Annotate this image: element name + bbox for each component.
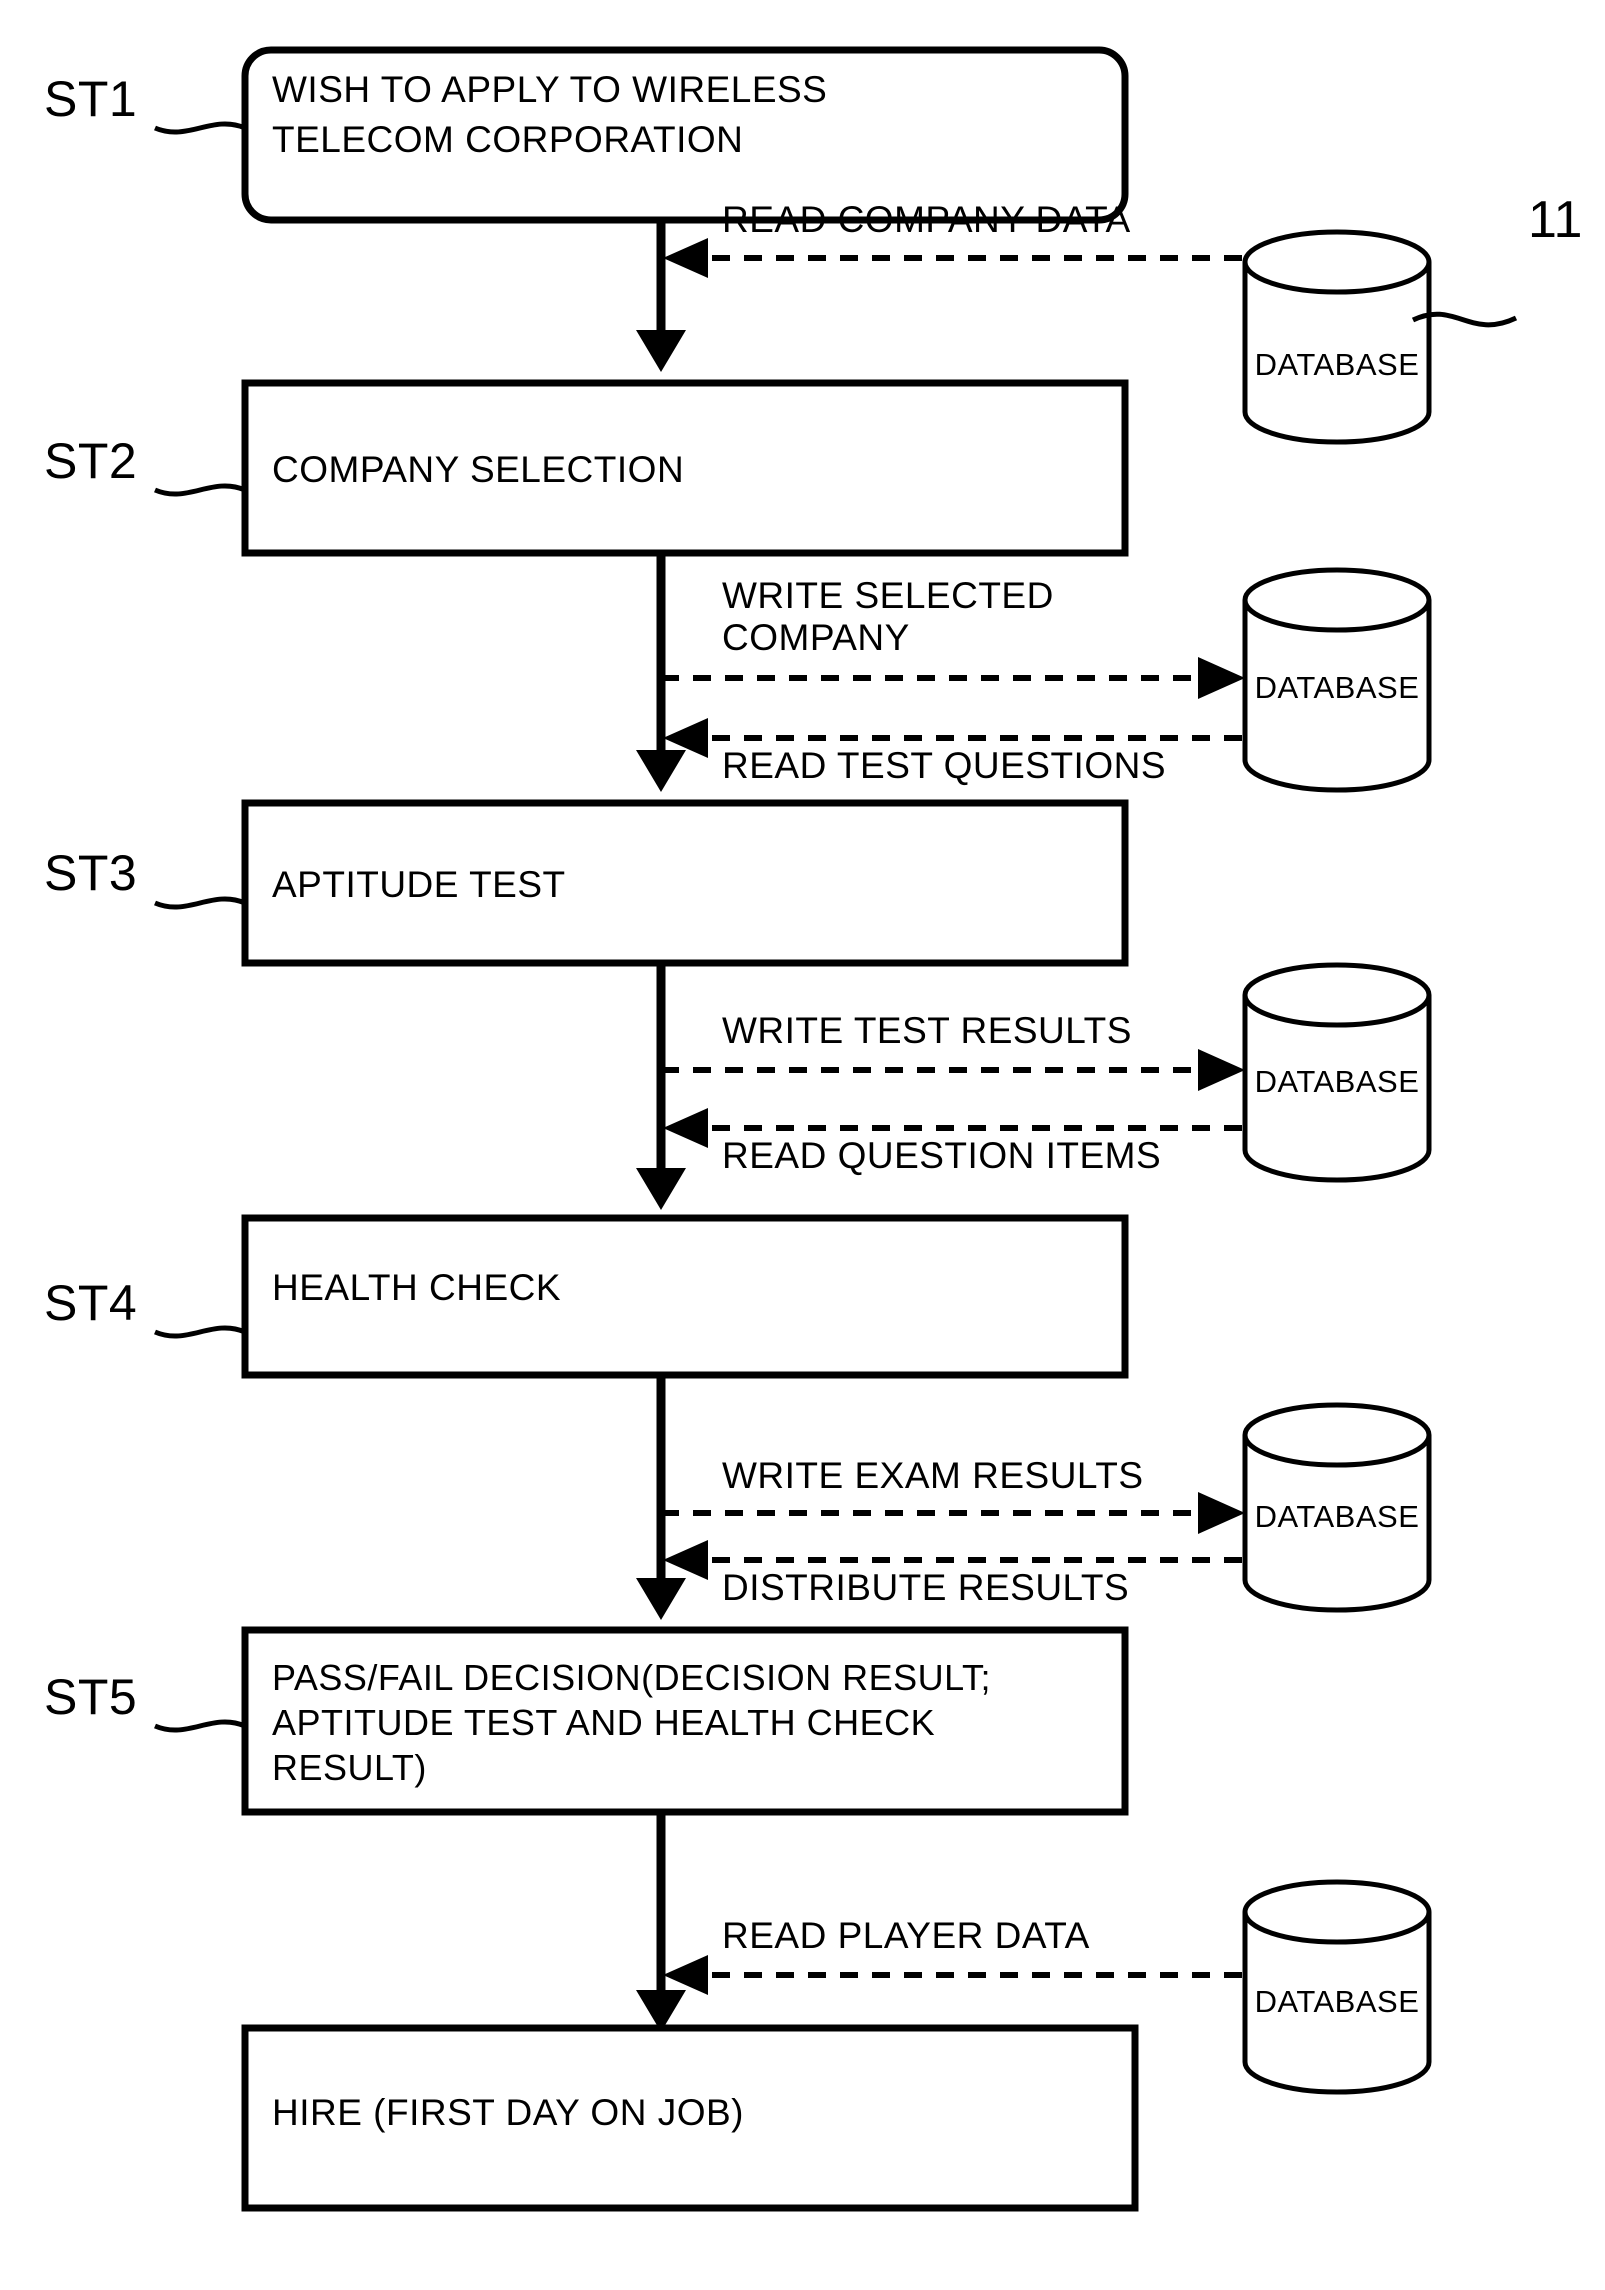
arrowhead-f8 (663, 1955, 708, 1995)
data-flow-f8-label: READ PLAYER DATA (722, 1915, 1090, 1956)
step-label-st3: ST3 (44, 845, 246, 910)
leader-line-st1 (154, 121, 246, 135)
database-5-top (1242, 1879, 1432, 1945)
step-label-st4-text: ST4 (44, 1275, 137, 1331)
data-flow-f6-label: WRITE EXAM RESULTS (722, 1455, 1144, 1496)
step-box-st1[interactable]: WISH TO APPLY TO WIRELESS TELECOM CORPOR… (241, 46, 1129, 224)
step-box-hire-line1: HIRE (FIRST DAY ON JOB) (272, 2092, 744, 2133)
leader-line-st3 (154, 896, 246, 910)
arrowhead-f6 (1198, 1492, 1245, 1534)
database-cylinder-5[interactable]: DATABASE (1242, 1879, 1432, 2095)
arrowhead-st2 (636, 330, 686, 372)
database-cylinder-2[interactable]: DATABASE (1242, 567, 1432, 793)
database-1-top (1242, 229, 1432, 295)
data-flow-f1-label: READ COMPANY DATA (722, 199, 1131, 240)
arrowhead-f4 (1198, 1049, 1245, 1091)
arrowhead-f5 (663, 1108, 708, 1148)
database-5-label: DATABASE (1255, 1984, 1420, 2019)
step-box-st1-line1: WISH TO APPLY TO WIRELESS (272, 69, 827, 110)
step-label-st4: ST4 (44, 1275, 246, 1339)
step-label-st1: ST1 (44, 71, 246, 135)
flowchart-diagram: WISH TO APPLY TO WIRELESS TELECOM CORPOR… (44, 46, 1583, 2212)
database-cylinder-4[interactable]: DATABASE (1242, 1402, 1432, 1613)
leader-line-st2 (154, 483, 246, 497)
step-label-st5-text: ST5 (44, 1669, 137, 1725)
database-4-top (1242, 1402, 1432, 1468)
database-2-top (1242, 567, 1432, 633)
data-flow-f2-label-line2: COMPANY (722, 617, 910, 658)
step-box-st4-line1: HEALTH CHECK (272, 1267, 561, 1308)
step-box-st5-line2: APTITUDE TEST AND HEALTH CHECK (272, 1702, 935, 1743)
step-box-st5[interactable]: PASS/FAIL DECISION(DECISION RESULT; APTI… (241, 1626, 1129, 1816)
step-box-st3-line1: APTITUDE TEST (272, 864, 566, 905)
reference-numeral-11: 11 (1411, 191, 1583, 328)
data-flow-read-test-questions: READ TEST QUESTIONS (663, 718, 1242, 786)
leader-line-st4 (154, 1325, 246, 1339)
step-label-st5: ST5 (44, 1669, 246, 1733)
step-box-st3[interactable]: APTITUDE TEST (241, 799, 1129, 967)
database-4-label: DATABASE (1255, 1499, 1420, 1534)
reference-numeral-text: 11 (1528, 191, 1583, 249)
data-flow-f2-label-line1: WRITE SELECTED (722, 575, 1054, 616)
arrowhead-st5 (636, 1578, 686, 1620)
data-flow-f5-label: READ QUESTION ITEMS (722, 1135, 1161, 1176)
database-cylinder-1[interactable]: DATABASE (1242, 229, 1432, 445)
step-box-hire[interactable]: HIRE (FIRST DAY ON JOB) (241, 2024, 1139, 2212)
database-2-label: DATABASE (1255, 670, 1420, 705)
data-flow-write-test-results: WRITE TEST RESULTS (661, 1010, 1245, 1091)
step-label-st3-text: ST3 (44, 845, 137, 901)
figure-canvas: WISH TO APPLY TO WIRELESS TELECOM CORPOR… (0, 0, 1605, 2290)
step-label-st2: ST2 (44, 433, 246, 497)
database-1-label: DATABASE (1255, 347, 1420, 382)
arrowhead-f2 (1198, 657, 1245, 699)
data-flow-f3-label: READ TEST QUESTIONS (722, 745, 1166, 786)
leader-line-st5 (154, 1719, 246, 1733)
data-flow-read-player-data: READ PLAYER DATA (663, 1915, 1242, 1995)
step-box-st2-line1: COMPANY SELECTION (272, 449, 684, 490)
data-flow-read-question-items: READ QUESTION ITEMS (663, 1108, 1242, 1176)
arrowhead-st3 (636, 750, 686, 792)
database-cylinder-3[interactable]: DATABASE (1242, 962, 1432, 1183)
step-box-st5-line3: RESULT) (272, 1747, 427, 1788)
data-flow-distribute-results: DISTRIBUTE RESULTS (663, 1540, 1242, 1608)
data-flow-f7-label: DISTRIBUTE RESULTS (722, 1567, 1129, 1608)
data-flow-write-exam-results: WRITE EXAM RESULTS (661, 1455, 1245, 1534)
step-box-st5-line1: PASS/FAIL DECISION(DECISION RESULT; (272, 1657, 991, 1698)
arrowhead-f7 (663, 1540, 708, 1580)
step-label-st1-text: ST1 (44, 71, 137, 127)
step-box-st2[interactable]: COMPANY SELECTION (241, 379, 1129, 557)
arrowhead-f1 (663, 238, 708, 278)
arrowhead-st4 (636, 1168, 686, 1210)
step-box-st1-line2: TELECOM CORPORATION (272, 119, 743, 160)
database-3-label: DATABASE (1255, 1064, 1420, 1099)
step-box-st4[interactable]: HEALTH CHECK (241, 1214, 1129, 1379)
data-flow-write-selected-company: WRITE SELECTED COMPANY (661, 575, 1245, 699)
database-3-top (1242, 962, 1432, 1028)
data-flow-read-company-data: READ COMPANY DATA (663, 199, 1242, 278)
data-flow-f4-label: WRITE TEST RESULTS (722, 1010, 1132, 1051)
step-label-st2-text: ST2 (44, 433, 137, 489)
